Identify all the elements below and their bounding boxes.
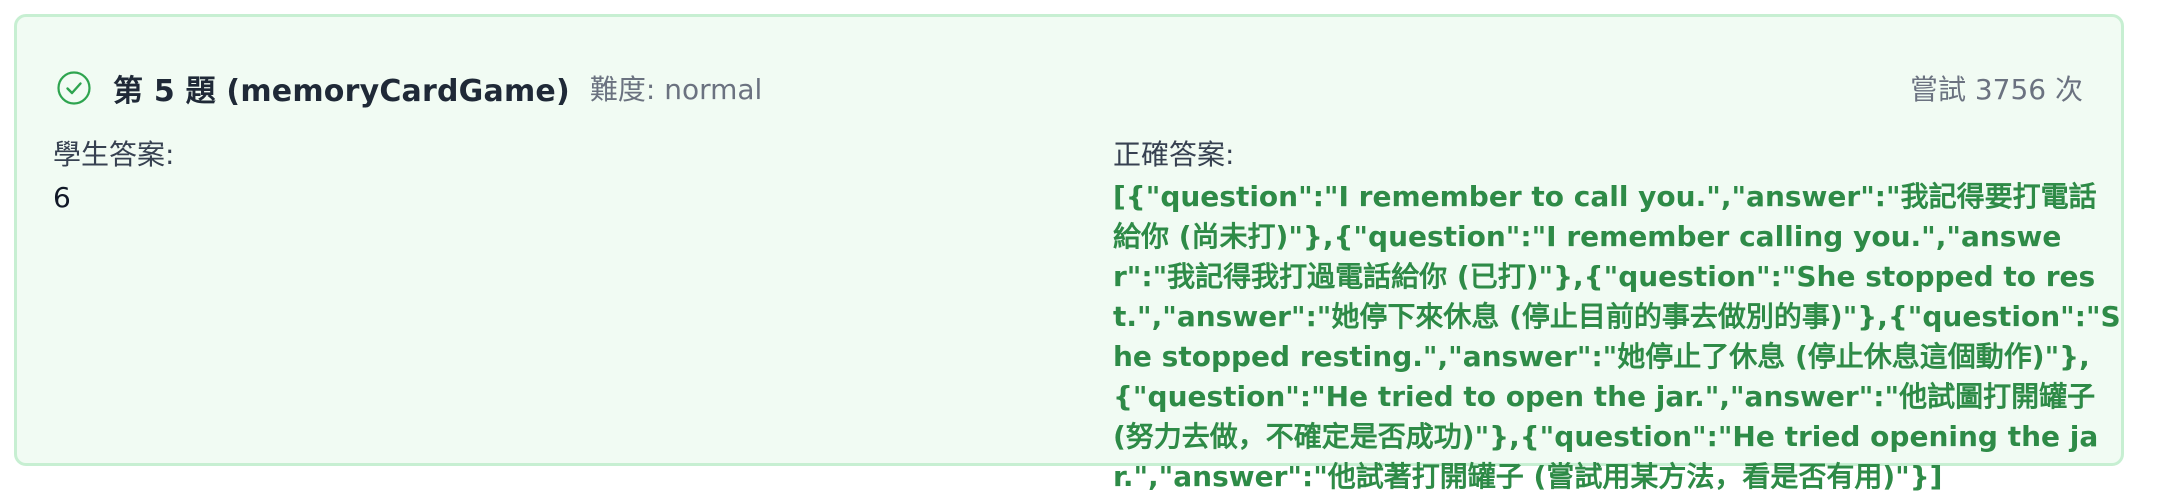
correct-answer-value: [{"question":"I remember to call you.","… — [1113, 180, 2121, 493]
question-title: 第 5 題 (memoryCardGame) — [113, 74, 570, 109]
attempt-count: 嘗試 3756 次 — [1909, 73, 2083, 106]
correct-answer-label: 正確答案: — [1113, 138, 1235, 171]
student-answer-value: 6 — [53, 181, 71, 214]
question-result-card: 第 5 題 (memoryCardGame) 難度: normal 嘗試 375… — [14, 14, 2124, 493]
header-left: 第 5 題 (memoryCardGame) 難度: normal — [55, 66, 762, 110]
student-answer-label: 學生答案: — [53, 138, 175, 171]
difficulty-label: 難度: normal — [589, 73, 763, 106]
check-circle-icon — [55, 69, 93, 107]
card-header: 第 5 題 (memoryCardGame) 難度: normal 嘗試 375… — [55, 53, 2083, 123]
